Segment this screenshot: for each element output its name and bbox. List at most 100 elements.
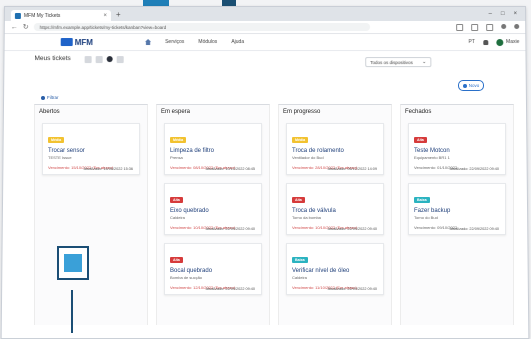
kanban-board: Abertos Média Trocar sensor TESTE Issue … [34, 104, 514, 325]
close-window-icon[interactable]: × [514, 11, 518, 17]
window-controls: – □ × [489, 11, 526, 17]
ticket-updated: Atualizado: 22/09/2022 09:40 [328, 227, 377, 231]
ticket-asset: Torno da bomba [292, 215, 378, 220]
language-selector[interactable]: PT [469, 39, 475, 45]
filter-link[interactable]: Filtrar [41, 95, 59, 100]
grid-view-icon[interactable] [96, 56, 103, 63]
column-em-espera: Em espera Média Limpeza de filtro Prensa… [156, 104, 270, 325]
ticket-asset: TESTE Issue [48, 155, 134, 160]
ticket-card[interactable]: Baixa Verificar nível de óleo Caldeira V… [286, 243, 384, 295]
ticket-updated: Atualizado: 22/09/2022 09:40 [206, 227, 255, 231]
ticket-title: Eixo quebrado [170, 208, 256, 214]
tab-bar: MFM My Tickets × + – □ × [5, 7, 525, 21]
column-title: Em espera [157, 105, 269, 123]
ticket-title: Verificar nível de óleo [292, 268, 378, 274]
ticket-title: Troca de válvula [292, 208, 378, 214]
collections-icon[interactable] [486, 24, 493, 31]
ticket-title: Troca de rolamento [292, 148, 378, 154]
column-fechados: Fechados Alta Teste Motcon Equipamento B… [400, 104, 514, 325]
browser-toolbar-icons [456, 24, 519, 31]
home-icon[interactable] [145, 39, 151, 45]
ticket-asset: Torno do Bud [414, 215, 500, 220]
list-view-icon[interactable] [85, 56, 92, 63]
view-toggle [85, 56, 124, 63]
ticket-updated: Atualizado: 22/09/2022 09:40 [206, 287, 255, 291]
device-filter-select[interactable]: Todos os dispositivos ⌄ [365, 57, 431, 67]
avatar [496, 39, 503, 46]
page-header: Meus tickets Todos os dispositivos ⌄ [4, 51, 525, 75]
ticket-title: Teste Motcon [414, 148, 500, 154]
priority-badge: Baixa [292, 257, 308, 263]
annotation-marker-fill [64, 254, 82, 272]
back-icon[interactable]: ← [11, 24, 18, 31]
device-filter-value: Todos os dispositivos [370, 60, 413, 65]
ticket-card[interactable]: Alta Eixo quebrado Caldeira Vencimento: … [164, 183, 262, 235]
calendar-view-icon[interactable] [117, 56, 124, 63]
app-header: MFM Serviços Módulos Ajuda PT Maxie [5, 34, 526, 51]
reload-icon[interactable]: ↻ [23, 23, 29, 31]
app-nav: Serviços Módulos Ajuda [145, 39, 244, 45]
priority-badge: Média [292, 137, 308, 143]
ticket-card[interactable]: Média Limpeza de filtro Prensa Venciment… [164, 123, 262, 175]
nav-item-ajuda[interactable]: Ajuda [231, 39, 244, 45]
ticket-updated: Atualizado: 06/12/2022 14:09 [328, 167, 377, 171]
new-ticket-button[interactable]: Novo [458, 80, 484, 91]
address-bar: ← ↻ https://mfm.example.app/tickets/my-t… [5, 21, 526, 34]
user-name: Maxie [506, 39, 519, 45]
ticket-card[interactable]: Média Troca de rolamento Ventilador do B… [286, 123, 384, 175]
ticket-title: Bocal quebrado [170, 268, 256, 274]
ticket-updated: Atualizado: 22/09/2022 09:40 [450, 227, 499, 231]
priority-badge: Baixa [414, 197, 430, 203]
priority-badge: Alta [170, 197, 183, 203]
app-logo[interactable]: MFM [61, 38, 93, 47]
nav-item-modulos[interactable]: Módulos [198, 39, 217, 45]
notification-bell-icon[interactable] [483, 40, 488, 45]
close-tab-icon[interactable]: × [103, 12, 107, 18]
ticket-card[interactable]: Alta Troca de válvula Torno da bomba Ven… [286, 183, 384, 235]
app-header-right: PT Maxie [469, 39, 520, 46]
minimize-icon[interactable]: – [489, 11, 492, 17]
ticket-title: Limpeza de filtro [170, 148, 256, 154]
page-title: Meus tickets [34, 55, 70, 62]
column-em-progresso: Em progresso Média Troca de rolamento Ve… [278, 104, 392, 325]
ticket-updated: Atualizado: 10/10/2022 08:45 [206, 167, 255, 171]
ticket-asset: Ventilador do Bud [292, 155, 378, 160]
priority-badge: Alta [292, 197, 305, 203]
nav-item-servicos[interactable]: Serviços [165, 39, 184, 45]
profile-icon[interactable] [501, 24, 506, 29]
priority-badge: Alta [170, 257, 183, 263]
ticket-updated: Atualizado: 22/09/2022 09:40 [450, 167, 499, 171]
browser-tab[interactable]: MFM My Tickets × [11, 10, 111, 21]
column-abertos: Abertos Média Trocar sensor TESTE Issue … [34, 104, 148, 325]
ticket-asset: Caldeira [170, 215, 256, 220]
ticket-asset: Bomba de sucção [170, 275, 256, 280]
user-view-icon[interactable] [107, 56, 113, 62]
ticket-card[interactable]: Alta Teste Motcon Equipamento BR1 1 Venc… [408, 123, 506, 175]
extension-icon[interactable] [456, 24, 463, 31]
ticket-asset: Prensa [170, 155, 256, 160]
favorites-icon[interactable] [471, 24, 478, 31]
more-icon[interactable] [514, 24, 519, 29]
logo-text: MFM [75, 38, 93, 47]
tab-title: MFM My Tickets [24, 12, 60, 18]
column-title: Fechados [401, 105, 513, 123]
priority-badge: Alta [414, 137, 427, 143]
ticket-card[interactable]: Baixa Fazer backup Torno do Bud Vencimen… [408, 183, 506, 235]
annotation-marker [57, 246, 89, 280]
annotation-line [71, 290, 73, 333]
new-tab-icon[interactable]: + [116, 9, 121, 18]
ticket-title: Fazer backup [414, 208, 500, 214]
favicon-icon [15, 12, 21, 18]
column-title: Abertos [35, 105, 147, 123]
maximize-icon[interactable]: □ [501, 11, 505, 17]
filter-link-label: Filtrar [47, 95, 59, 100]
user-menu[interactable]: Maxie [496, 39, 519, 46]
ticket-updated: Atualizado: 14/06/2022 15:36 [84, 167, 133, 171]
column-title: Em progresso [279, 105, 391, 123]
ticket-card[interactable]: Média Trocar sensor TESTE Issue Vencimen… [42, 123, 140, 175]
url-field[interactable]: https://mfm.example.app/tickets/my-ticke… [34, 23, 370, 31]
ticket-card[interactable]: Alta Bocal quebrado Bomba de sucção Venc… [164, 243, 262, 295]
filter-icon [41, 96, 45, 100]
ticket-title: Trocar sensor [48, 148, 134, 154]
priority-badge: Média [170, 137, 186, 143]
